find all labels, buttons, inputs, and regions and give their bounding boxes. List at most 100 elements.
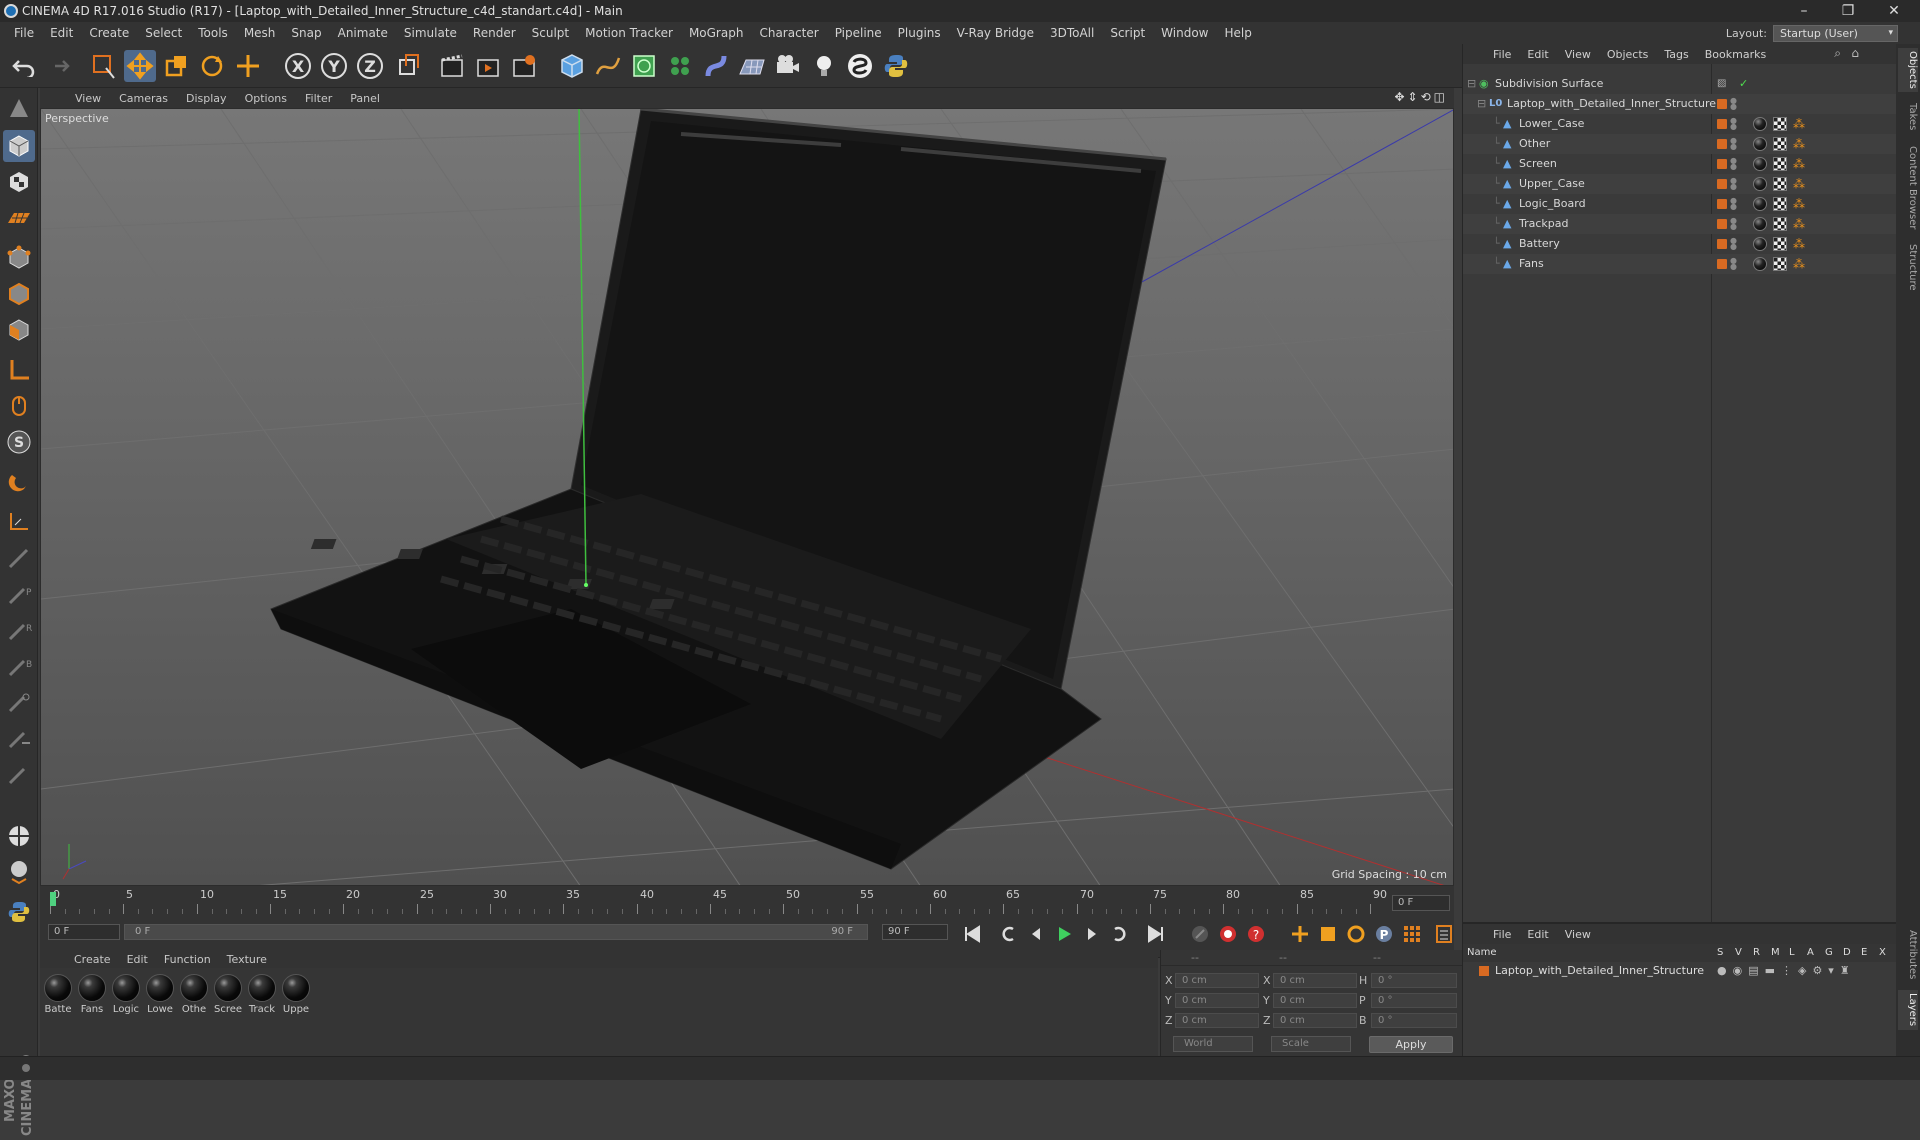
layer-color-swatch[interactable] bbox=[1717, 139, 1727, 149]
visibility-dots[interactable]: ● ● bbox=[1730, 257, 1737, 271]
object-row-other[interactable]: └ ▲ Other ● ● ⁂ bbox=[1463, 134, 1897, 154]
viewport-menu-display[interactable]: Display bbox=[177, 92, 236, 105]
phong-tag-icon[interactable]: ⁂ bbox=[1793, 257, 1807, 271]
texture-tag-icon[interactable] bbox=[1773, 137, 1787, 151]
move-tool-button[interactable] bbox=[124, 50, 156, 82]
size-y-field[interactable]: 0 cm bbox=[1273, 993, 1357, 1008]
python-button[interactable] bbox=[880, 50, 912, 82]
enabled-check-icon[interactable]: ✓ bbox=[1739, 74, 1748, 94]
visibility-dots[interactable]: ● ● bbox=[1730, 177, 1737, 191]
sculpt-flatten-button[interactable] bbox=[3, 722, 35, 754]
material-tag-icon[interactable] bbox=[1753, 157, 1767, 171]
material-menu-texture[interactable]: Texture bbox=[219, 953, 275, 966]
maximize-button[interactable]: ❐ bbox=[1826, 0, 1870, 22]
material-fans[interactable]: Fans bbox=[76, 974, 108, 1015]
phong-tag-icon[interactable]: ⁂ bbox=[1793, 117, 1807, 131]
material-tag-icon[interactable] bbox=[1753, 217, 1767, 231]
menu-create[interactable]: Create bbox=[81, 22, 137, 44]
material-upper-case[interactable]: Uppe bbox=[280, 974, 312, 1015]
previous-frame-button[interactable] bbox=[1024, 922, 1048, 946]
model-mode-button[interactable] bbox=[3, 130, 35, 162]
layer-flag-header[interactable]: E bbox=[1861, 944, 1867, 962]
key-parameter-button[interactable]: P bbox=[1372, 922, 1396, 946]
render-settings-button[interactable] bbox=[508, 50, 540, 82]
viewport-menu-panel[interactable]: Panel bbox=[341, 92, 389, 105]
workplane-mode-button[interactable] bbox=[3, 202, 35, 234]
texture-tag-icon[interactable] bbox=[1773, 257, 1787, 271]
texture-tag-icon[interactable] bbox=[1773, 157, 1787, 171]
position-x-field[interactable]: 0 cm bbox=[1175, 973, 1259, 988]
layer-color-swatch[interactable] bbox=[1717, 179, 1727, 189]
size-mode-dropdown[interactable]: Scale bbox=[1271, 1036, 1351, 1052]
axis-mode-button[interactable] bbox=[3, 354, 35, 386]
layer-color-swatch[interactable] bbox=[1717, 259, 1727, 269]
texture-tag-icon[interactable] bbox=[1773, 217, 1787, 231]
menu-edit[interactable]: Edit bbox=[42, 22, 81, 44]
add-cube-button[interactable] bbox=[556, 50, 588, 82]
menu-3dtoall[interactable]: 3DToAll bbox=[1042, 22, 1102, 44]
viewport-menu-cameras[interactable]: Cameras bbox=[110, 92, 177, 105]
x-axis-lock-button[interactable]: X bbox=[282, 50, 314, 82]
add-environment-button[interactable] bbox=[736, 50, 768, 82]
layer-flag-header[interactable]: D bbox=[1843, 944, 1851, 962]
layer-flag-header[interactable]: V bbox=[1735, 944, 1742, 962]
object-row-battery[interactable]: └ ▲ Battery ● ● ⁂ bbox=[1463, 234, 1897, 254]
tab-objects[interactable]: Objects bbox=[1898, 48, 1918, 92]
layer-menu-view[interactable]: View bbox=[1557, 928, 1599, 941]
menu-tools[interactable]: Tools bbox=[190, 22, 236, 44]
layer-color-swatch[interactable] bbox=[1717, 159, 1727, 169]
material-logic-board[interactable]: Logic bbox=[110, 974, 142, 1015]
tab-takes[interactable]: Takes bbox=[1898, 100, 1918, 134]
layout-dropdown[interactable]: Startup (User) ▾ bbox=[1773, 24, 1898, 42]
menu-mesh[interactable]: Mesh bbox=[236, 22, 284, 44]
material-menu-function[interactable]: Function bbox=[156, 953, 219, 966]
current-frame-field[interactable]: 0 F bbox=[1392, 895, 1450, 911]
viewport-menu-options[interactable]: Options bbox=[236, 92, 296, 105]
add-camera-button[interactable] bbox=[772, 50, 804, 82]
layer-flag-icons[interactable]: ●◉▤▬⋮◈⚙▾♜ bbox=[1717, 962, 1856, 980]
menu-animate[interactable]: Animate bbox=[330, 22, 396, 44]
layer-menu-file[interactable]: File bbox=[1485, 928, 1519, 941]
layer-color-swatch[interactable] bbox=[1717, 99, 1727, 109]
phong-tag-icon[interactable]: ⁂ bbox=[1793, 237, 1807, 251]
3d-viewport[interactable]: Perspective Grid Spacing : 10 cm bbox=[40, 108, 1454, 886]
redo-button[interactable] bbox=[42, 50, 74, 82]
texture-mode-button[interactable] bbox=[3, 166, 35, 198]
visibility-dots[interactable]: ● ● bbox=[1730, 217, 1737, 231]
material-tag-icon[interactable] bbox=[1753, 197, 1767, 211]
material-trackpad[interactable]: Track bbox=[246, 974, 278, 1015]
render-view-button[interactable] bbox=[436, 50, 468, 82]
add-deformer-button[interactable] bbox=[700, 50, 732, 82]
rotation-h-field[interactable]: 0 ° bbox=[1371, 973, 1457, 988]
layer-flag-header[interactable]: X bbox=[1879, 944, 1886, 962]
key-position-button[interactable] bbox=[1288, 922, 1312, 946]
sculpt-grab-button[interactable] bbox=[3, 542, 35, 574]
texture-tag-icon[interactable] bbox=[1773, 197, 1787, 211]
layer-color-swatch[interactable] bbox=[1717, 239, 1727, 249]
render-picture-viewer-button[interactable] bbox=[472, 50, 504, 82]
menu-file[interactable]: File bbox=[6, 22, 42, 44]
menu-motion-tracker[interactable]: Motion Tracker bbox=[577, 22, 681, 44]
next-frame-button[interactable] bbox=[1080, 922, 1104, 946]
material-tag-icon[interactable] bbox=[1753, 257, 1767, 271]
position-y-field[interactable]: 0 cm bbox=[1175, 993, 1259, 1008]
scale-tool-button[interactable] bbox=[160, 50, 192, 82]
tab-layers[interactable]: Layers bbox=[1898, 990, 1918, 1030]
visibility-dots[interactable]: ● ● bbox=[1730, 117, 1737, 131]
tab-structure[interactable]: Structure bbox=[1898, 242, 1918, 292]
phong-tag-icon[interactable]: ⁂ bbox=[1793, 217, 1807, 231]
points-mode-button[interactable] bbox=[3, 242, 35, 274]
visibility-dots[interactable]: ● ● bbox=[1730, 157, 1737, 171]
menu-plugins[interactable]: Plugins bbox=[890, 22, 949, 44]
close-button[interactable]: ✕ bbox=[1872, 0, 1916, 22]
visibility-dots[interactable]: ● ● bbox=[1730, 237, 1737, 251]
key-scale-button[interactable] bbox=[1316, 922, 1340, 946]
layer-flag-header[interactable]: L bbox=[1789, 944, 1795, 962]
go-to-end-button[interactable] bbox=[1144, 922, 1168, 946]
menu-window[interactable]: Window bbox=[1153, 22, 1216, 44]
object-row-logic-board[interactable]: └ ▲ Logic_Board ● ● ⁂ bbox=[1463, 194, 1897, 214]
add-light-button[interactable] bbox=[808, 50, 840, 82]
menu-render[interactable]: Render bbox=[465, 22, 524, 44]
solo-button[interactable]: S bbox=[3, 426, 35, 458]
coordinate-system-button[interactable] bbox=[392, 50, 424, 82]
